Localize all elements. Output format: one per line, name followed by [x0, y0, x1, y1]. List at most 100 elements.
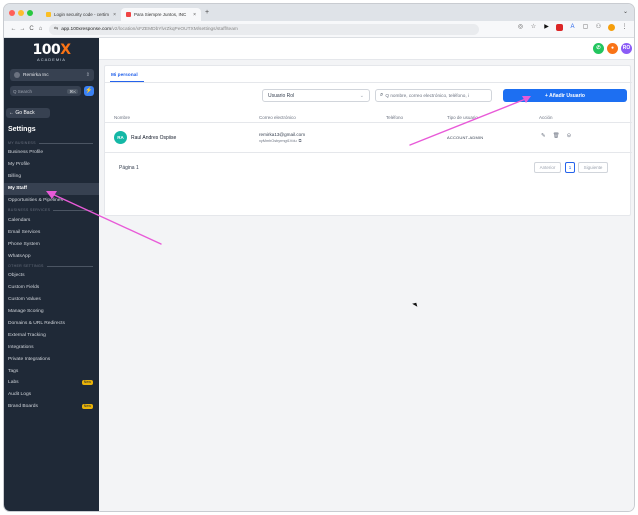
browser-menu-icon[interactable]: ⋮ [621, 24, 628, 31]
sidebar-item-my-staff[interactable]: My Staff [4, 182, 99, 195]
delete-trash-icon[interactable]: 🗑 [553, 133, 560, 139]
sidebar-item-opportunities-pipelines[interactable]: Opportunities & Pipelines [4, 195, 99, 207]
sidebar-item-label: WhatsApp [8, 253, 31, 259]
column-header-type: Tipo de usuario [447, 115, 478, 120]
sidebar-item-business-profile[interactable]: Business Profile [4, 147, 99, 159]
close-tab-icon[interactable]: × [193, 12, 196, 18]
browser-window: Login security code - certim × Para Siem… [3, 3, 635, 512]
section-divider [38, 142, 93, 144]
sidebar-item-custom-fields[interactable]: Custom Fields [4, 282, 99, 294]
sidebar-item-label: Objects [8, 273, 25, 279]
role-filter-select[interactable]: Usuario Rol ⌄ [262, 89, 370, 102]
sidepanel-icon[interactable]: ▢ [582, 24, 589, 31]
logo-subtext: ACADEMIA [37, 57, 66, 62]
user-email: remirka13@gmail.com [259, 132, 306, 137]
more-options-icon[interactable]: ⊝ [567, 133, 572, 139]
column-header-name: Nombre [114, 115, 131, 120]
site-info-icon[interactable]: ⇆ [54, 26, 58, 32]
sidebar-item-label: Opportunities & Pipelines [8, 198, 63, 203]
minimize-window-button[interactable] [18, 9, 24, 16]
extension-play-icon[interactable]: ▶ [543, 24, 550, 31]
page-number: 1 [568, 165, 572, 170]
url-host: app.100xresponse.com [61, 26, 112, 32]
sidebar-item-integrations[interactable]: Integrations [4, 341, 99, 353]
edit-pencil-icon[interactable]: ✎ [541, 133, 546, 139]
extension-red-icon[interactable] [556, 24, 563, 31]
sidebar-item-label: My Staff [8, 186, 28, 192]
copy-icon[interactable]: ⧉ [299, 139, 302, 143]
sidebar-item-label: Private Integrations [8, 356, 51, 362]
go-back-button[interactable]: ← Go Back [6, 108, 50, 118]
sidebar-search-input[interactable]: Q Search ⌘K [10, 86, 81, 96]
maximize-window-button[interactable] [27, 9, 33, 16]
mail-favicon-icon [46, 12, 51, 17]
sidebar-item-manage-scoring[interactable]: Manage Scoring [4, 306, 99, 318]
account-switcher[interactable]: Remirka Inc ⇕ [10, 69, 94, 81]
sidebar-item-audit-logs[interactable]: Audit Logs [4, 389, 99, 401]
phone-icon[interactable]: ✆ [593, 43, 604, 54]
close-tab-icon[interactable]: × [113, 12, 116, 18]
pagination: Página 1 Anterior 1 Siguiente [105, 153, 632, 183]
bookmark-star-icon[interactable]: ☆ [530, 24, 537, 31]
sidebar-item-labs[interactable]: Labs New [4, 377, 99, 389]
url-field[interactable]: ⇆ app.100xresponse.com/v2/location/xFZEM… [49, 23, 479, 35]
sidebar-item-calendars[interactable]: Calendars [4, 214, 99, 226]
notification-icon[interactable]: ● [607, 43, 618, 54]
sidebar-item-objects[interactable]: Objects [4, 270, 99, 282]
section-label-text: OTHER SETTINGS [8, 264, 44, 269]
settings-heading: Settings [8, 126, 36, 133]
page-number-button[interactable]: 1 [565, 162, 575, 173]
sidebar-item-phone-system[interactable]: Phone System [4, 238, 99, 250]
sidebar-item-brand-boards[interactable]: Brand Boards New [4, 401, 99, 413]
browser-tab-login[interactable]: Login security code - certim × [41, 8, 121, 21]
close-window-button[interactable] [9, 9, 15, 16]
tab-mi-personal[interactable]: Mi personal [111, 73, 138, 78]
sidebar-item-domains-url-redirects[interactable]: Domains & URL Redirects [4, 318, 99, 330]
brand-logo[interactable]: 100X ACADEMIA [4, 43, 99, 62]
page-indicator: Página 1 [119, 165, 139, 171]
next-page-button[interactable]: Siguiente [578, 162, 608, 173]
extension-blue-icon[interactable]: A [569, 24, 576, 31]
chevron-updown-icon: ⇕ [85, 72, 90, 78]
user-avatar-icon[interactable]: RO [621, 43, 632, 54]
previous-label: Anterior [539, 165, 556, 170]
profile-avatar-icon[interactable] [608, 24, 615, 31]
tab-list-chevron-icon[interactable]: ⌄ [623, 8, 628, 15]
logo-text: 100 [32, 42, 61, 58]
sidebar-item-billing[interactable]: Billing [4, 171, 99, 183]
column-header-email: Correo electrónico [259, 115, 296, 120]
user-search-field[interactable]: ⌕ [375, 89, 492, 102]
browser-tab-active[interactable]: Para Siempre Juntos, INC × [121, 8, 201, 21]
previous-page-button[interactable]: Anterior [534, 162, 561, 173]
sidebar-item-whatsapp[interactable]: WhatsApp [4, 250, 99, 262]
sidebar-item-custom-values[interactable]: Custom Values [4, 294, 99, 306]
sidebar-item-my-profile[interactable]: My Profile [4, 159, 99, 171]
table-row: RA Raul Andres Ospiise remirka13@gmail.c… [105, 123, 632, 153]
reload-icon[interactable]: C [27, 26, 36, 32]
browser-tab-title: Para Siempre Juntos, INC [134, 12, 187, 17]
sidebar-item-email-services[interactable]: Email Services [4, 226, 99, 238]
sidebar-item-label: Billing [8, 174, 22, 180]
main-content: ✆●RO Mi personal Usuario Rol ⌄ ⌕ + Añadi… [99, 38, 634, 511]
sidebar-item-tags[interactable]: Tags [4, 365, 99, 377]
table-header: Nombre Correo electrónico Teléfono Tipo … [105, 111, 632, 123]
user-name: Raul Andres Ospiise [131, 135, 177, 141]
quick-add-button[interactable]: ⚡ [84, 86, 94, 96]
sidebar-item-label: External Tracking [8, 332, 46, 338]
sidebar-item-private-integrations[interactable]: Private Integrations [4, 353, 99, 365]
extensions-puzzle-icon[interactable]: ⚇ [595, 24, 602, 31]
sidebar-item-external-tracking[interactable]: External Tracking [4, 329, 99, 341]
back-arrow-icon[interactable]: ← [9, 26, 18, 32]
sidebar-search-row: Q Search ⌘K ⚡ [10, 86, 94, 96]
add-user-button[interactable]: + Añadir Usuario [503, 89, 627, 102]
search-icon: ⌕ [380, 92, 384, 98]
home-icon[interactable]: ⌂ [36, 26, 45, 32]
new-tab-icon[interactable]: + [205, 9, 209, 16]
section-label-text: BUSINESS SERVICES [8, 208, 51, 213]
row-actions: ✎ 🗑 ⊝ [541, 133, 571, 139]
user-search-input[interactable] [385, 93, 487, 98]
forward-arrow-icon[interactable]: → [18, 26, 27, 32]
translate-icon[interactable]: ◎ [517, 24, 524, 31]
browser-tab-title: Login security code - certim [54, 12, 110, 17]
new-badge: New [81, 380, 93, 386]
